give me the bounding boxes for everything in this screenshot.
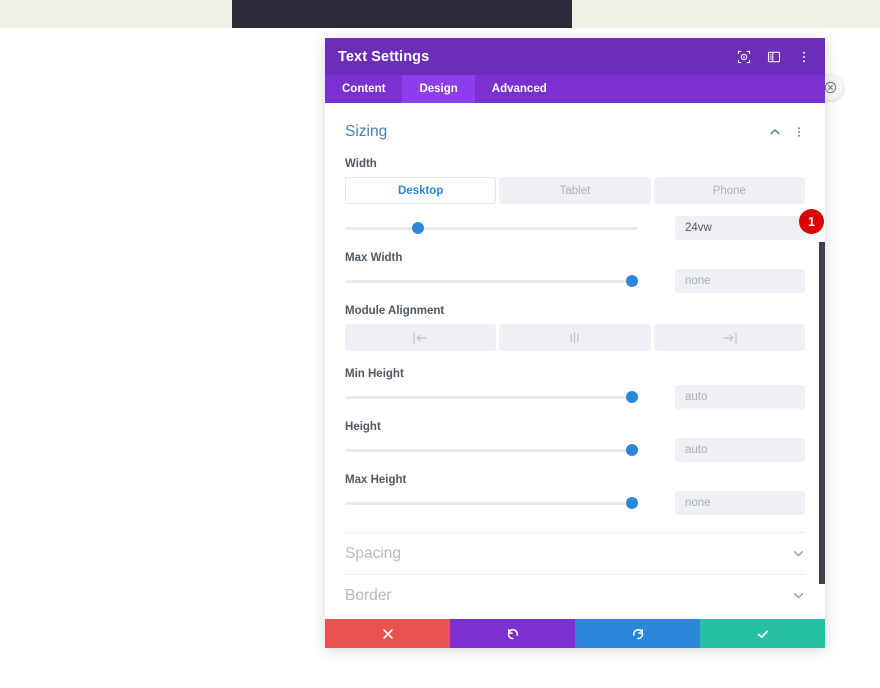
value-input-height[interactable]: auto [675,438,805,462]
x-icon [382,628,393,639]
target-icon[interactable] [736,49,752,65]
modal-header-actions [736,49,812,65]
check-icon [757,629,768,638]
close-circle-icon [824,81,837,94]
slider-row-height: auto [345,438,805,462]
slider-width[interactable] [345,221,638,235]
annotation-badge-1: 1 [799,209,824,234]
slider-track [345,448,638,452]
section-header-sizing[interactable]: Sizing [345,103,805,147]
slider-row-max-height: none [345,491,805,515]
slider-row-width: 24vw 1 [345,209,824,240]
align-right-button[interactable] [653,324,805,351]
field-max-height: Max Height none [345,457,805,515]
undo-icon [507,628,518,639]
device-tab-tablet[interactable]: Tablet [499,177,651,204]
chevron-down-icon[interactable] [792,589,805,602]
section-title-sizing: Sizing [345,123,388,140]
slider-thumb-min-height[interactable] [626,391,639,403]
slider-max-height[interactable] [345,496,639,510]
field-width: Width Desktop Tablet Phone 24vw 1 [345,147,824,240]
align-right-icon [722,331,737,344]
section-header-icons [769,126,805,138]
undo-button[interactable] [450,619,575,648]
value-input-min-height[interactable]: auto [675,385,805,409]
tab-design[interactable]: Design [402,75,475,103]
redo-icon [632,628,643,639]
text-settings-modal: Text Settings Content Design Advanced Si… [325,38,825,648]
slider-thumb-max-width[interactable] [626,275,639,287]
discard-button[interactable] [325,619,450,648]
device-tabs-width: Desktop Tablet Phone [345,177,805,204]
modal-scrollbar[interactable] [819,242,825,584]
section-header-spacing[interactable]: Spacing [345,532,805,574]
slider-row-max-width: none [345,269,805,293]
page-dark-bar [232,0,572,28]
alignment-options [345,324,805,351]
slider-track [345,279,638,283]
tab-content[interactable]: Content [325,75,402,103]
value-input-width[interactable]: 24vw [675,216,805,240]
modal-scroll-area: Sizing Width Desktop Tablet Phone 24vw 1… [325,103,825,619]
field-label-width: Width [345,158,377,170]
save-button[interactable] [700,619,825,648]
section-title-border: Border [345,586,392,604]
section-title-spacing: Spacing [345,544,402,562]
redo-button[interactable] [575,619,700,648]
field-label-height: Height [345,421,381,433]
slider-thumb-max-height[interactable] [626,497,639,509]
vertical-dots-icon[interactable] [796,49,812,65]
slider-track [345,501,638,505]
slider-track [345,395,638,399]
align-center-button[interactable] [499,324,651,351]
modal-footer [325,619,825,648]
slider-row-min-height: auto [345,385,805,409]
slider-max-width[interactable] [345,274,639,288]
modal-tab-bar: Content Design Advanced [325,75,825,103]
field-max-width: Max Width none [345,235,805,293]
align-left-icon [413,331,428,344]
section-menu-vertical-dots-icon[interactable] [793,126,805,138]
device-tab-desktop[interactable]: Desktop [345,177,497,204]
slider-height[interactable] [345,443,639,457]
field-label-module-alignment: Module Alignment [345,305,445,317]
field-height: Height auto [345,404,805,462]
tab-advanced[interactable]: Advanced [475,75,564,103]
field-label-min-height: Min Height [345,368,404,380]
device-tab-phone[interactable]: Phone [653,177,805,204]
layout-panel-icon[interactable] [766,49,782,65]
chevron-down-icon[interactable] [792,547,805,560]
modal-body: Sizing Width Desktop Tablet Phone 24vw 1… [325,103,825,619]
slider-track [345,226,638,230]
slider-min-height[interactable] [345,390,639,404]
value-input-max-width[interactable]: none [675,269,805,293]
slider-thumb-width[interactable] [412,222,425,234]
field-module-alignment: Module Alignment [345,288,805,351]
chevron-up-icon[interactable] [769,126,781,138]
field-label-max-height: Max Height [345,474,407,486]
align-left-button[interactable] [345,324,497,351]
modal-title: Text Settings [338,48,430,65]
slider-thumb-height[interactable] [626,444,639,456]
value-input-max-height[interactable]: none [675,491,805,515]
field-label-max-width: Max Width [345,252,403,264]
align-center-icon [567,331,582,344]
field-min-height: Min Height auto [345,351,805,409]
modal-header: Text Settings [325,38,825,75]
section-header-border[interactable]: Border [345,574,805,616]
